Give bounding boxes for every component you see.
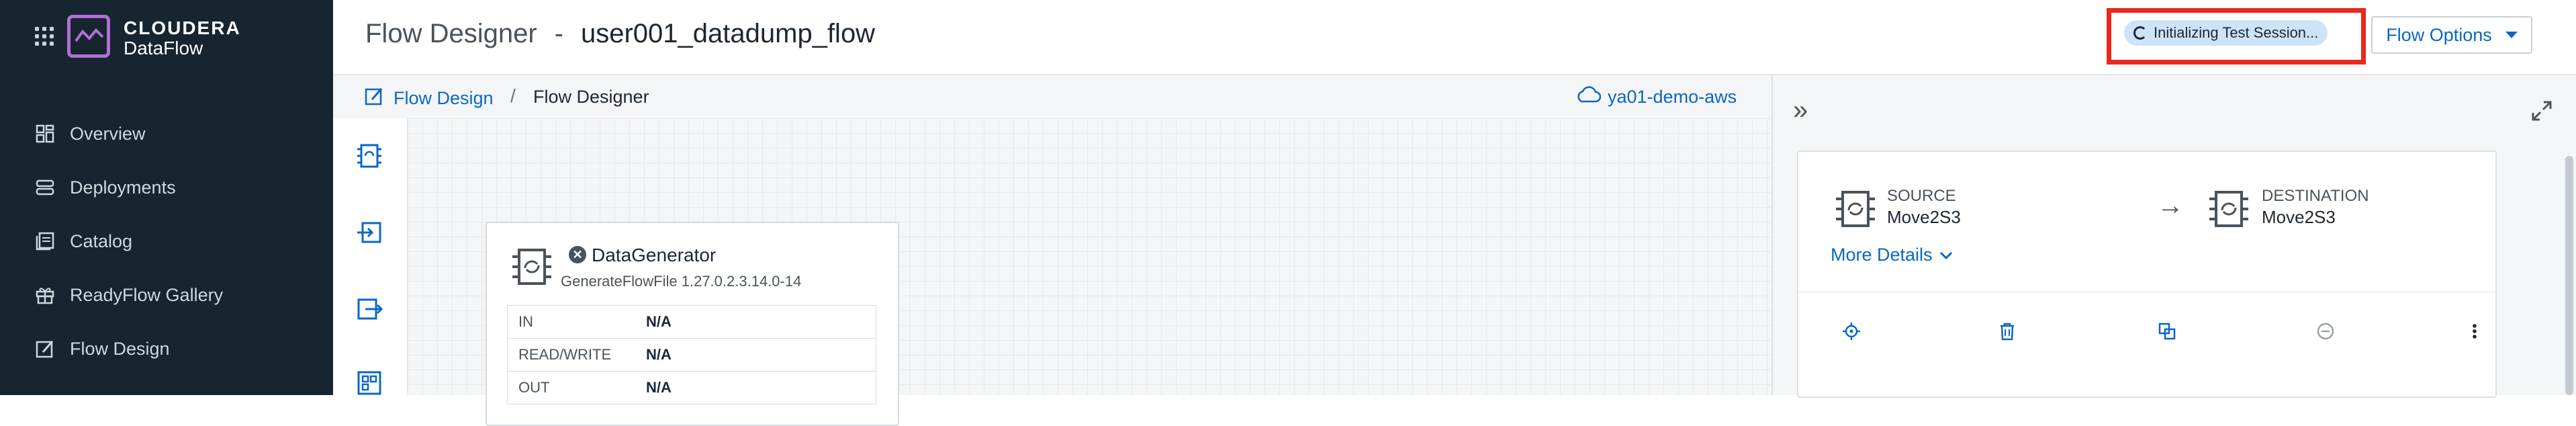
output-port-icon (357, 298, 383, 320)
stat-key: OUT (518, 379, 550, 396)
processor-icon (511, 247, 553, 290)
processor-icon (1835, 189, 1876, 232)
page-title: Flow Designer - user001_datadump_flow (365, 19, 875, 49)
configuration-panel: » SOURCE Move2S3 → DESTINATION Move2S3 M… (1772, 75, 2576, 398)
locate-icon (1843, 323, 1860, 340)
stat-row: OUT N/A (508, 372, 876, 404)
destination-label: DESTINATION (2262, 187, 2369, 205)
edit-icon (364, 86, 384, 111)
processor-icon (357, 144, 381, 168)
copy-icon (2158, 323, 2176, 340)
flow-design-icon (34, 337, 56, 360)
breadcrumb-current: Flow Designer (533, 87, 649, 107)
top-header: Flow Designer - user001_datadump_flow Init… (333, 0, 2576, 75)
title-separator: - (554, 19, 563, 48)
caret-down-icon (2505, 32, 2518, 38)
sidebar-item-label: ReadyFlow Gallery (70, 284, 224, 305)
output-port-tool[interactable] (353, 293, 385, 325)
processor-tool[interactable] (353, 140, 385, 172)
processor-stats-table: IN N/A READ/WRITE N/A OUT N/A (507, 305, 876, 404)
stat-value: N/A (646, 346, 672, 363)
delete-button[interactable] (1996, 320, 2019, 343)
processor-type: GenerateFlowFile 1.27.0.2.3.14.0-14 (561, 273, 802, 290)
environment-label: ya01-demo-aws (1608, 87, 1737, 107)
copy-button[interactable] (2156, 320, 2178, 343)
stat-row: READ/WRITE N/A (508, 339, 876, 372)
delete-icon (2000, 323, 2014, 341)
sidebar-item-deployments[interactable]: Deployments (34, 171, 176, 204)
cloudera-logo-icon (67, 15, 110, 58)
breadcrumb-root-label: Flow Design (394, 88, 494, 108)
locate-button[interactable] (1840, 320, 1863, 343)
source-name: Move2S3 (1887, 207, 1961, 227)
stat-value: N/A (646, 313, 672, 330)
more-options-button[interactable] (2463, 320, 2486, 343)
breadcrumb: Flow Design / Flow Designer ya01-demo-aw… (333, 75, 1772, 119)
destination-name: Move2S3 (2262, 207, 2336, 227)
more-details-link[interactable]: More Details (1831, 245, 1953, 265)
flow-options-button[interactable]: Flow Options (2371, 16, 2532, 54)
stat-key: READ/WRITE (518, 346, 612, 363)
sidebar: CLOUDERA DataFlow Overview Deployments C… (0, 0, 333, 395)
overview-icon (34, 122, 56, 145)
flow-options-label: Flow Options (2386, 24, 2492, 45)
sidebar-item-readyflow-gallery[interactable]: ReadyFlow Gallery (34, 278, 223, 312)
apps-grid-icon[interactable] (35, 27, 54, 46)
catalog-icon (34, 230, 56, 253)
processor-name: DataGenerator (592, 245, 717, 265)
environment-link[interactable]: ya01-demo-aws (1575, 86, 1737, 108)
sidebar-item-label: Flow Design (70, 338, 170, 359)
breadcrumb-separator: / (510, 85, 516, 106)
stat-value: N/A (646, 379, 672, 396)
component-palette (333, 118, 408, 395)
brand-name: CLOUDERA (124, 17, 241, 38)
sidebar-item-label: Overview (70, 123, 146, 144)
sidebar-item-overview[interactable]: Overview (34, 117, 146, 151)
sidebar-item-catalog[interactable]: Catalog (34, 224, 132, 258)
flow-name: user001_datadump_flow (580, 19, 876, 48)
input-port-icon (357, 222, 381, 243)
deployments-icon (34, 176, 56, 199)
title-text: Flow Designer (365, 19, 537, 48)
sidebar-item-flow-design[interactable]: Flow Design (34, 332, 170, 366)
product-name: DataFlow (124, 38, 203, 58)
highlight-annotation (2107, 8, 2366, 65)
arrow-right-icon: → (2157, 191, 2184, 220)
process-group-icon (357, 371, 381, 395)
sidebar-item-label: Catalog (70, 230, 133, 251)
scrollbar[interactable] (2565, 156, 2573, 395)
expand-icon[interactable] (2530, 99, 2553, 126)
breadcrumb-flow-design[interactable]: Flow Design (364, 86, 494, 111)
processor-icon (2208, 189, 2250, 232)
collapse-panel-icon[interactable]: » (1793, 97, 1808, 124)
more-icon (2473, 324, 2477, 339)
sidebar-item-label: Deployments (70, 177, 176, 198)
cloud-icon (1575, 86, 1602, 108)
connection-card: SOURCE Move2S3 → DESTINATION Move2S3 Mor… (1797, 151, 2497, 398)
more-details-label: More Details (1831, 245, 1933, 265)
invalid-icon[interactable]: ✕ (569, 246, 586, 263)
flow-canvas[interactable]: ✕ DataGenerator GenerateFlowFile 1.27.0.… (408, 118, 1772, 426)
processor-card[interactable]: ✕ DataGenerator GenerateFlowFile 1.27.0.… (486, 222, 899, 426)
chevron-down-icon (1939, 251, 1952, 259)
disable-button[interactable] (2314, 320, 2337, 343)
source-label: SOURCE (1887, 187, 1956, 205)
gift-icon (34, 284, 56, 306)
input-port-tool[interactable] (353, 216, 385, 249)
disable-icon (2317, 323, 2334, 340)
stat-key: IN (518, 313, 533, 330)
process-group-tool[interactable] (353, 367, 385, 399)
stat-row: IN N/A (508, 306, 876, 339)
